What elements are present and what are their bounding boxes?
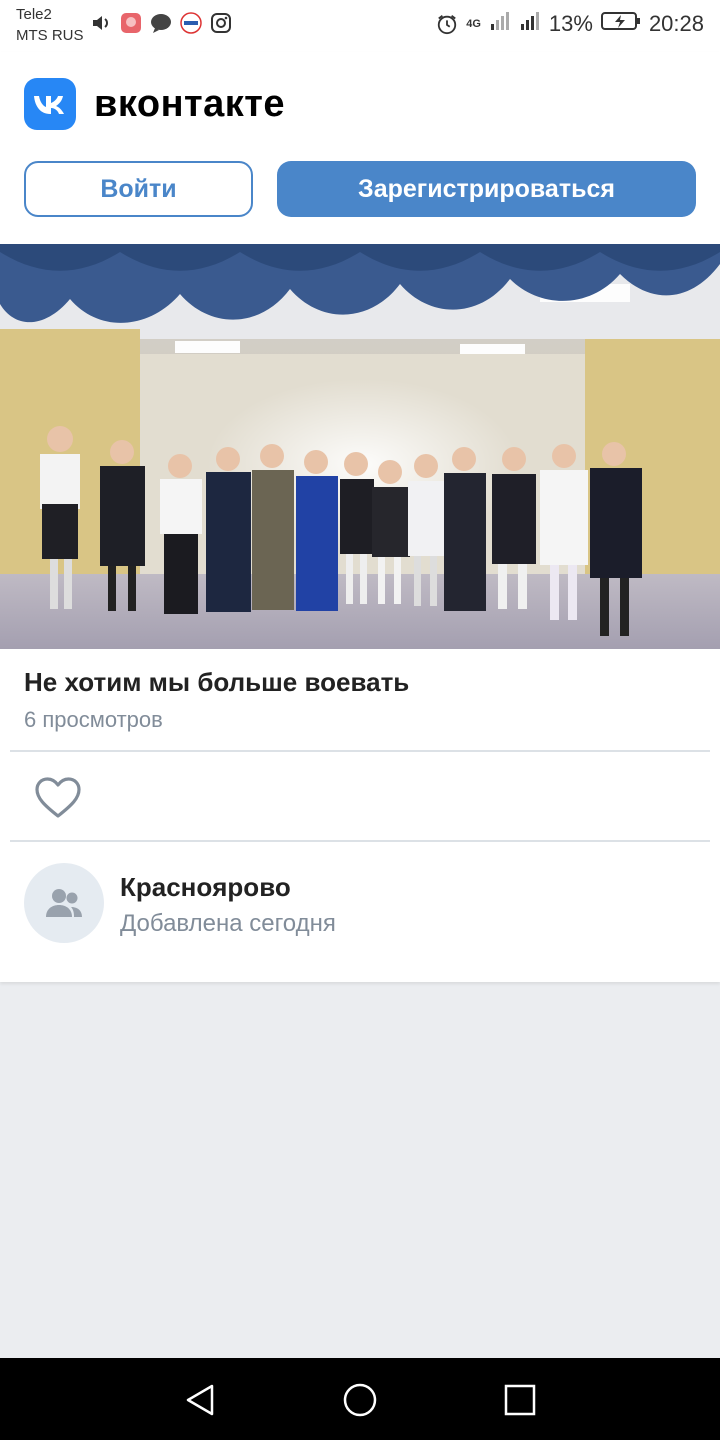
back-button[interactable] (180, 1380, 220, 1420)
chat-bubble-icon (150, 12, 172, 34)
back-triangle-icon (186, 1384, 214, 1416)
status-bar: Tele2 MTS RUS 4G 13% 20:28 (0, 0, 720, 52)
vk-logo-icon (24, 78, 76, 130)
divider (10, 750, 710, 752)
view-count: 6 просмотров (24, 707, 163, 732)
brand-name: вконтакте (94, 82, 286, 125)
register-button[interactable]: Зарегистрироваться (277, 161, 696, 217)
battery-charging-icon (600, 10, 641, 38)
carrier-name-2: MTS RUS (16, 27, 84, 44)
group-name[interactable]: Краснoярово (120, 872, 291, 903)
battery-percent: 13% (548, 11, 593, 36)
network-type: 4G (466, 18, 481, 30)
recents-button[interactable] (500, 1380, 540, 1420)
signal-icon-2 (519, 10, 541, 38)
volume-icon (90, 12, 112, 34)
video-frame-image (0, 244, 720, 649)
clock: 20:28 (648, 11, 704, 36)
notification-icons (90, 12, 232, 34)
system-indicators: 4G 13% 20:28 (436, 10, 704, 38)
video-title[interactable]: Не хотим мы больше воевать (24, 667, 409, 698)
like-button[interactable] (34, 776, 82, 820)
carrier-name-1: Tele2 (16, 6, 52, 23)
signal-icon-1 (489, 10, 511, 38)
video-thumbnail[interactable] (0, 244, 720, 649)
gosuslugi-icon (180, 12, 202, 34)
alarm-icon (436, 13, 458, 35)
divider (10, 840, 710, 842)
group-avatar[interactable] (24, 863, 104, 943)
heart-icon (35, 777, 81, 818)
group-users-icon (46, 889, 82, 917)
instagram-icon (210, 12, 232, 34)
login-button[interactable]: Войти (24, 161, 253, 217)
recents-square-icon (504, 1384, 536, 1416)
added-date: Добавлена сегодня (120, 910, 336, 937)
home-button[interactable] (340, 1380, 380, 1420)
carrier-info: Tele2 MTS RUS (16, 4, 84, 46)
video-card: вконтакте Войти Зарегистрироваться Не хо… (0, 52, 720, 982)
home-circle-icon (343, 1383, 377, 1417)
huawei-app-icon (120, 12, 142, 34)
vk-header[interactable]: вконтакте (24, 78, 285, 130)
system-nav-bar (0, 1358, 720, 1440)
